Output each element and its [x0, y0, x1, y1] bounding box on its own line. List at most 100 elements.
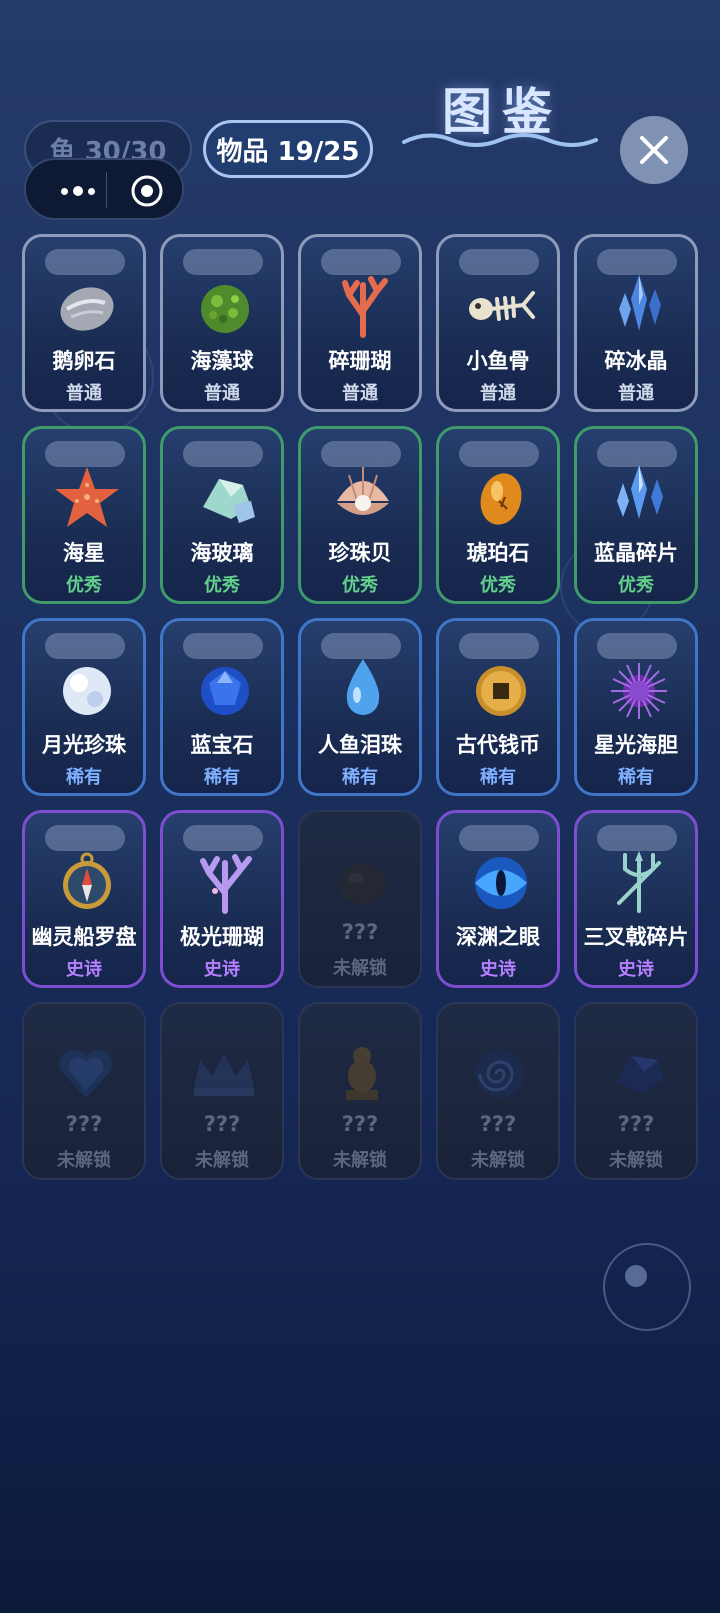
exit-target-icon[interactable]	[130, 174, 164, 208]
card-item-name: 幽灵船罗盘	[31, 925, 137, 949]
ancient-coin-icon	[476, 666, 526, 716]
card-item-name: 月光珍珠	[42, 733, 126, 757]
card-item-name: ???	[617, 1112, 655, 1136]
teardrop-icon	[346, 659, 380, 715]
tab-items-label: 物品 19/25	[216, 136, 360, 167]
collection-card[interactable]: 鹅卵石 普通	[22, 234, 146, 412]
card-rarity-label: 稀有	[480, 767, 516, 788]
collection-card[interactable]: 星光海胆 稀有	[574, 618, 698, 796]
card-item-name: 极光珊瑚	[180, 925, 264, 949]
card-rarity-label: 未解锁	[333, 1150, 387, 1171]
collection-card[interactable]: ??? 未解锁	[298, 1002, 422, 1180]
sapphire-icon	[201, 667, 249, 715]
collection-card[interactable]: 琥珀石 优秀	[436, 426, 560, 604]
card-item-name: ???	[203, 1112, 241, 1136]
card-item-name: 海玻璃	[190, 541, 254, 565]
card-item-name: 三叉戟碎片	[583, 925, 689, 949]
locked-gem-icon	[616, 1056, 664, 1094]
card-item-name: ???	[479, 1112, 517, 1136]
collection-card[interactable]: 幽灵船罗盘 史诗	[22, 810, 146, 988]
item-collection-grid: 鹅卵石 普通 海藻球 普通 碎珊瑚 普通 小鱼骨 普通 碎冰晶 普通 海星 优秀 海玻璃 优秀 珍珠贝 优秀琥…	[22, 234, 700, 1180]
collection-card[interactable]: 人鱼泪珠 稀有	[298, 618, 422, 796]
card-item-name: 深渊之眼	[456, 925, 540, 949]
more-options-icon[interactable]	[48, 178, 108, 204]
card-item-name: 海藻球	[190, 349, 254, 373]
card-rarity-label: 优秀	[66, 575, 102, 596]
abyss-eye-icon	[475, 857, 527, 909]
pearl-shell-icon	[337, 467, 389, 515]
tab-items[interactable]: 物品 19/25	[203, 120, 373, 178]
card-item-name: ???	[65, 1112, 103, 1136]
collection-card[interactable]: 深渊之眼 史诗	[436, 810, 560, 988]
card-rarity-label: 稀有	[66, 767, 102, 788]
card-rarity-label: 普通	[480, 383, 516, 404]
card-rarity-label: 普通	[342, 383, 378, 404]
card-item-name: 蓝晶碎片	[594, 541, 678, 565]
card-rarity-label: 史诗	[66, 959, 102, 980]
collection-card[interactable]: 碎冰晶 普通	[574, 234, 698, 412]
close-button[interactable]	[620, 116, 688, 184]
card-item-name: 古代钱币	[456, 733, 540, 757]
collection-card[interactable]: 蓝宝石 稀有	[160, 618, 284, 796]
starfish-icon	[55, 467, 119, 527]
capsule-divider	[106, 172, 107, 208]
card-rarity-label: 普通	[204, 383, 240, 404]
collection-card[interactable]: 海星 优秀	[22, 426, 146, 604]
fish-bone-icon	[469, 291, 535, 321]
joystick-knob[interactable]	[625, 1265, 647, 1287]
collection-card[interactable]: 海玻璃 优秀	[160, 426, 284, 604]
collection-card[interactable]: 海藻球 普通	[160, 234, 284, 412]
collection-card[interactable]: ??? 未解锁	[160, 1002, 284, 1180]
card-item-name: 海星	[63, 541, 105, 565]
card-item-name: 琥珀石	[466, 541, 530, 565]
collection-card[interactable]: 珍珠贝 优秀	[298, 426, 422, 604]
floating-joystick[interactable]	[603, 1243, 691, 1331]
card-rarity-label: 普通	[66, 383, 102, 404]
collection-card[interactable]: ??? 未解锁	[436, 1002, 560, 1180]
collection-card[interactable]: 三叉戟碎片 史诗	[574, 810, 698, 988]
blue-crystal-icon	[617, 465, 663, 519]
amber-icon	[480, 473, 522, 525]
card-rarity-label: 普通	[618, 383, 654, 404]
collection-card[interactable]: 极光珊瑚 史诗	[160, 810, 284, 988]
card-rarity-label: 史诗	[618, 959, 654, 980]
card-rarity-label: 优秀	[480, 575, 516, 596]
ice-crystal-icon	[619, 275, 661, 331]
locked-vortex-icon	[476, 1050, 524, 1098]
sea-glass-icon	[203, 479, 255, 523]
card-rarity-label: 稀有	[618, 767, 654, 788]
card-item-name: 小鱼骨	[466, 349, 530, 373]
card-rarity-label: 优秀	[204, 575, 240, 596]
collection-card[interactable]: 古代钱币 稀有	[436, 618, 560, 796]
card-item-name: 碎珊瑚	[328, 349, 392, 373]
card-item-name: ???	[341, 920, 379, 944]
card-rarity-label: 未解锁	[57, 1150, 111, 1171]
collection-card[interactable]: 小鱼骨 普通	[436, 234, 560, 412]
card-item-name: 鹅卵石	[52, 349, 116, 373]
trident-icon	[617, 851, 661, 913]
card-rarity-label: 优秀	[618, 575, 654, 596]
close-icon	[640, 136, 668, 164]
card-rarity-label: 史诗	[204, 959, 240, 980]
mini-program-capsule	[24, 158, 184, 220]
card-item-name: 人鱼泪珠	[318, 733, 402, 757]
locked-crown-icon	[194, 1054, 254, 1096]
card-rarity-label: 优秀	[342, 575, 378, 596]
coral-icon	[342, 276, 388, 338]
card-item-name: 星光海胆	[594, 733, 678, 757]
compass-icon	[63, 852, 111, 909]
collection-card[interactable]: 月光珍珠 稀有	[22, 618, 146, 796]
locked-rock-icon	[338, 864, 386, 904]
sea-urchin-icon	[611, 663, 667, 719]
collection-card[interactable]: ??? 未解锁	[22, 1002, 146, 1180]
collection-card[interactable]: ??? 未解锁	[574, 1002, 698, 1180]
card-item-name: 碎冰晶	[604, 349, 668, 373]
collection-card[interactable]: 蓝晶碎片 优秀	[574, 426, 698, 604]
collection-card[interactable]: ??? 未解锁	[298, 810, 422, 988]
algae-ball-icon	[201, 285, 249, 333]
card-rarity-label: 未解锁	[471, 1150, 525, 1171]
card-item-name: 蓝宝石	[190, 733, 254, 757]
card-rarity-label: 稀有	[342, 767, 378, 788]
collection-card[interactable]: 碎珊瑚 普通	[298, 234, 422, 412]
card-item-name: ???	[341, 1112, 379, 1136]
